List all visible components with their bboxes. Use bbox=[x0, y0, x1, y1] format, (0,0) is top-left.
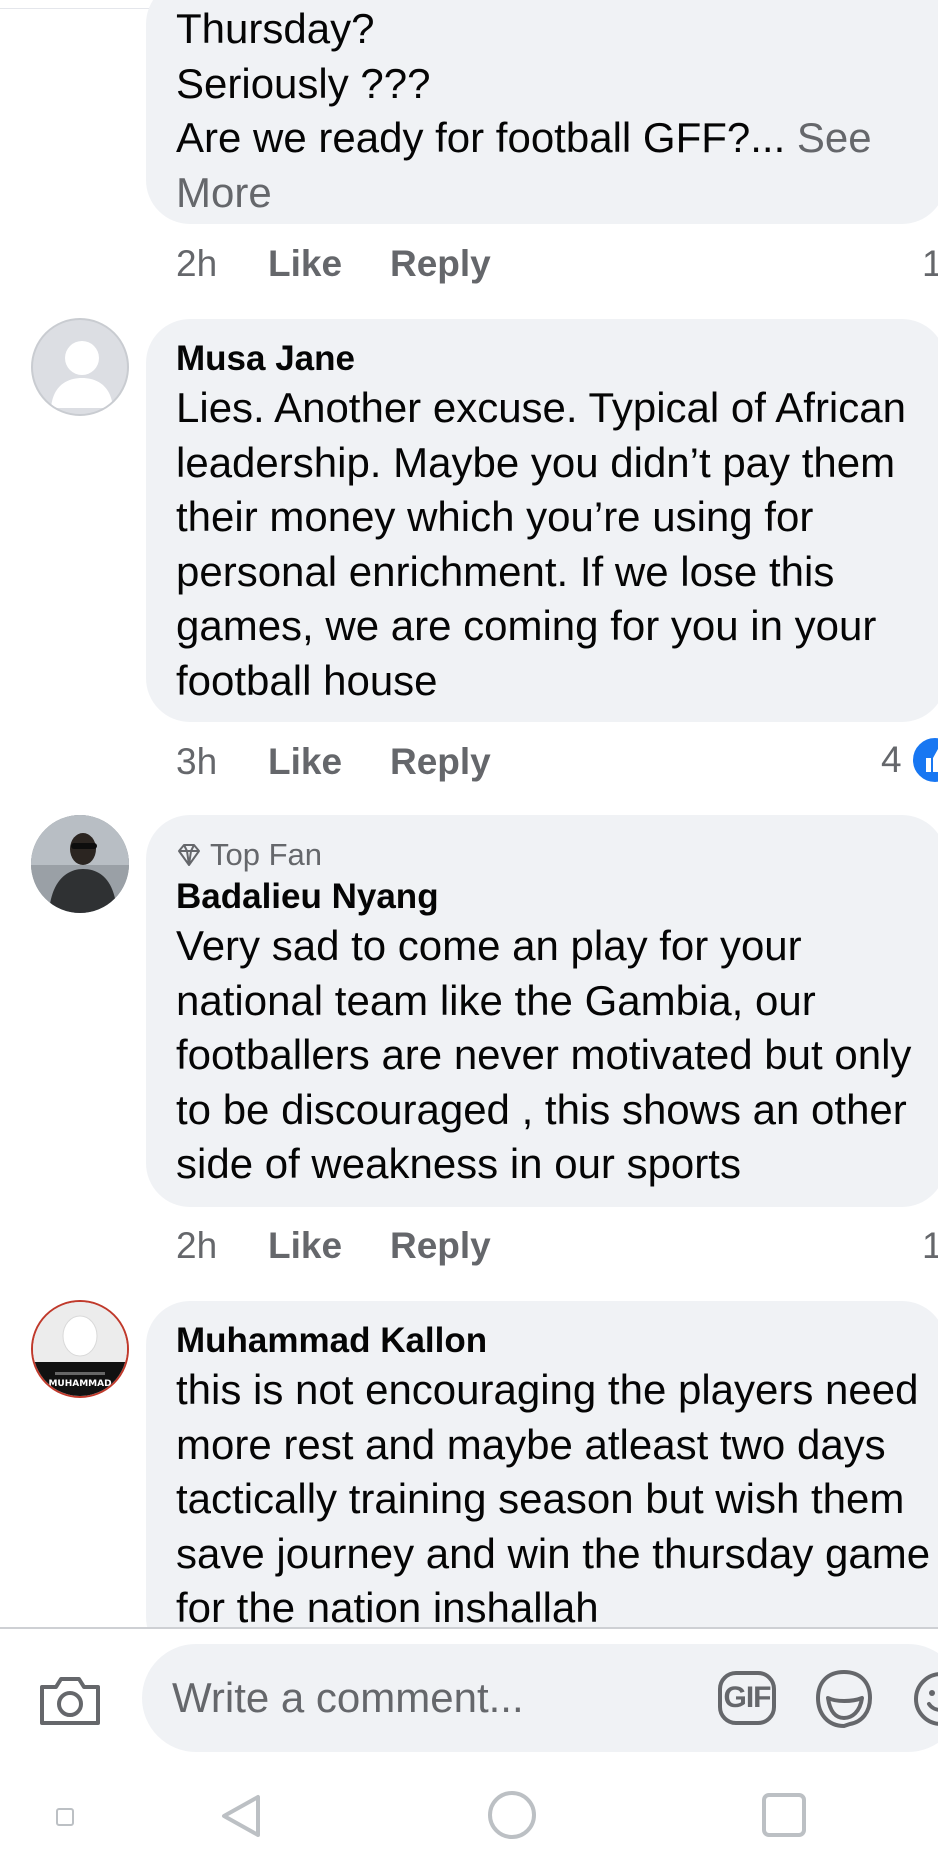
top-fan-badge: Top Fan bbox=[176, 835, 938, 875]
avatar[interactable] bbox=[31, 815, 129, 913]
back-icon[interactable] bbox=[216, 1791, 266, 1841]
reaction-count[interactable]: 4 bbox=[881, 736, 902, 784]
comment-text: Very sad to come an play for your nation… bbox=[176, 922, 912, 1187]
comment-timestamp: 2h bbox=[176, 1225, 218, 1266]
reaction-count[interactable]: 1 bbox=[922, 240, 938, 288]
comment-text: Lies. Another excuse. Typical of African… bbox=[176, 384, 906, 704]
system-navigation-bar bbox=[0, 1771, 938, 1876]
comment-bubble[interactable]: Musa Jane Lies. Another excuse. Typical … bbox=[146, 319, 938, 722]
comment-composer: Write a comment... GIF bbox=[0, 1629, 938, 1771]
comment-text: Thursday? Seriously ??? Are we ready for… bbox=[176, 5, 872, 216]
comment-input[interactable]: Write a comment... GIF bbox=[142, 1644, 938, 1752]
comment-bubble[interactable]: Muhammad Kallon this is not encouraging … bbox=[146, 1301, 938, 1661]
recent-apps-icon[interactable] bbox=[762, 1793, 806, 1837]
reaction-count[interactable]: 1 bbox=[922, 1222, 938, 1270]
comment-actions: 2h Like Reply bbox=[176, 1222, 491, 1270]
comment-input-placeholder: Write a comment... bbox=[172, 1674, 524, 1721]
like-button[interactable]: Like bbox=[268, 741, 390, 783]
comment-actions: 2h Like Reply bbox=[176, 240, 491, 288]
comment-text: this is not encouraging the players need… bbox=[176, 1366, 931, 1631]
comment-bubble[interactable]: Top Fan Badalieu Nyang Very sad to come … bbox=[146, 815, 938, 1207]
comment-author[interactable]: Musa Jane bbox=[176, 337, 938, 381]
profile-photo bbox=[31, 815, 129, 913]
sticker-icon[interactable] bbox=[814, 1668, 874, 1730]
comment-timestamp: 3h bbox=[176, 741, 218, 782]
home-icon[interactable] bbox=[488, 1791, 536, 1839]
reply-button[interactable]: Reply bbox=[390, 741, 491, 783]
comment-bubble[interactable]: Thursday? Seriously ??? Are we ready for… bbox=[146, 0, 938, 224]
nav-menu-icon[interactable] bbox=[56, 1808, 74, 1826]
comment-actions: 3h Like Reply bbox=[176, 738, 491, 786]
comment-author[interactable]: Muhammad Kallon bbox=[176, 1319, 938, 1363]
diamond-icon bbox=[178, 844, 200, 866]
avatar[interactable] bbox=[31, 318, 129, 416]
avatar[interactable]: MUHAMMAD bbox=[31, 1300, 129, 1398]
avatar-logo-text: MUHAMMAD bbox=[48, 1379, 111, 1389]
like-button[interactable]: Like bbox=[268, 1225, 390, 1267]
profile-photo: MUHAMMAD bbox=[33, 1302, 127, 1396]
default-profile-icon bbox=[51, 341, 113, 408]
like-button[interactable]: Like bbox=[268, 243, 390, 285]
camera-icon[interactable] bbox=[38, 1673, 102, 1727]
emoji-icon[interactable] bbox=[912, 1670, 938, 1728]
like-icon bbox=[910, 735, 938, 785]
reply-button[interactable]: Reply bbox=[390, 243, 491, 285]
gif-button[interactable]: GIF bbox=[718, 1671, 776, 1725]
reply-button[interactable]: Reply bbox=[390, 1225, 491, 1267]
comment-timestamp: 2h bbox=[176, 243, 218, 284]
comment-author[interactable]: Badalieu Nyang bbox=[176, 875, 938, 919]
